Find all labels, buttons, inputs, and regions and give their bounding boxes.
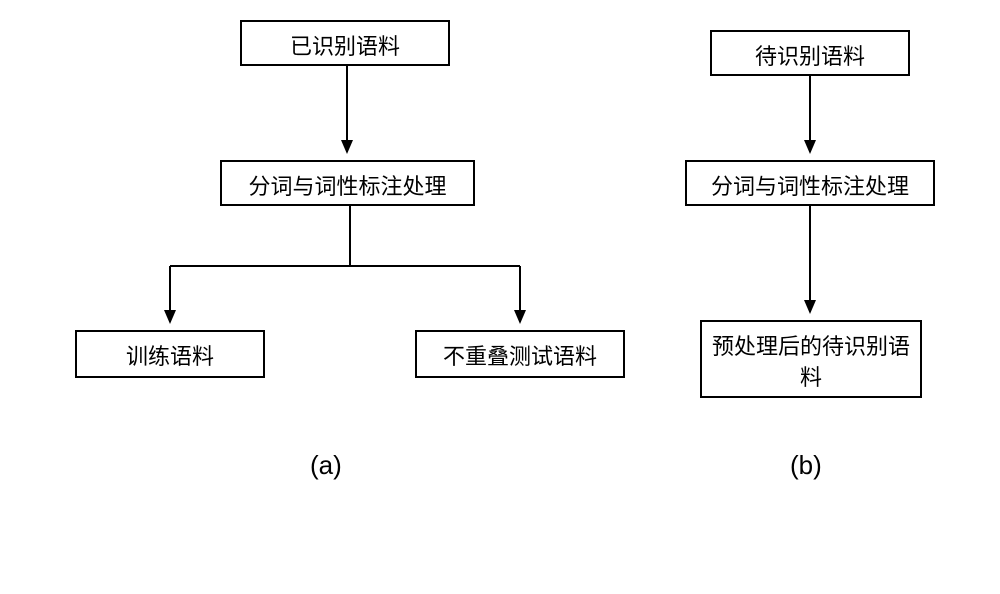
box-nonoverlap-test-corpus: 不重叠测试语料 bbox=[415, 330, 625, 378]
arrow-a2-split bbox=[70, 206, 630, 336]
arrow-b2-b3 bbox=[808, 206, 818, 320]
box-segmentation-pos: 分词与词性标注处理 bbox=[220, 160, 475, 206]
box-preprocessed-corpus: 预处理后的待识别语料 bbox=[700, 320, 922, 398]
box-training-corpus: 训练语料 bbox=[75, 330, 265, 378]
label-b: (b) bbox=[790, 450, 822, 481]
box-unidentified-corpus: 待识别语料 bbox=[710, 30, 910, 76]
box-identified-corpus: 已识别语料 bbox=[240, 20, 450, 66]
arrow-b1-b2 bbox=[808, 76, 818, 160]
arrow-a1-a2 bbox=[345, 66, 355, 160]
label-a: (a) bbox=[310, 450, 342, 481]
box-segmentation-pos-b: 分词与词性标注处理 bbox=[685, 160, 935, 206]
